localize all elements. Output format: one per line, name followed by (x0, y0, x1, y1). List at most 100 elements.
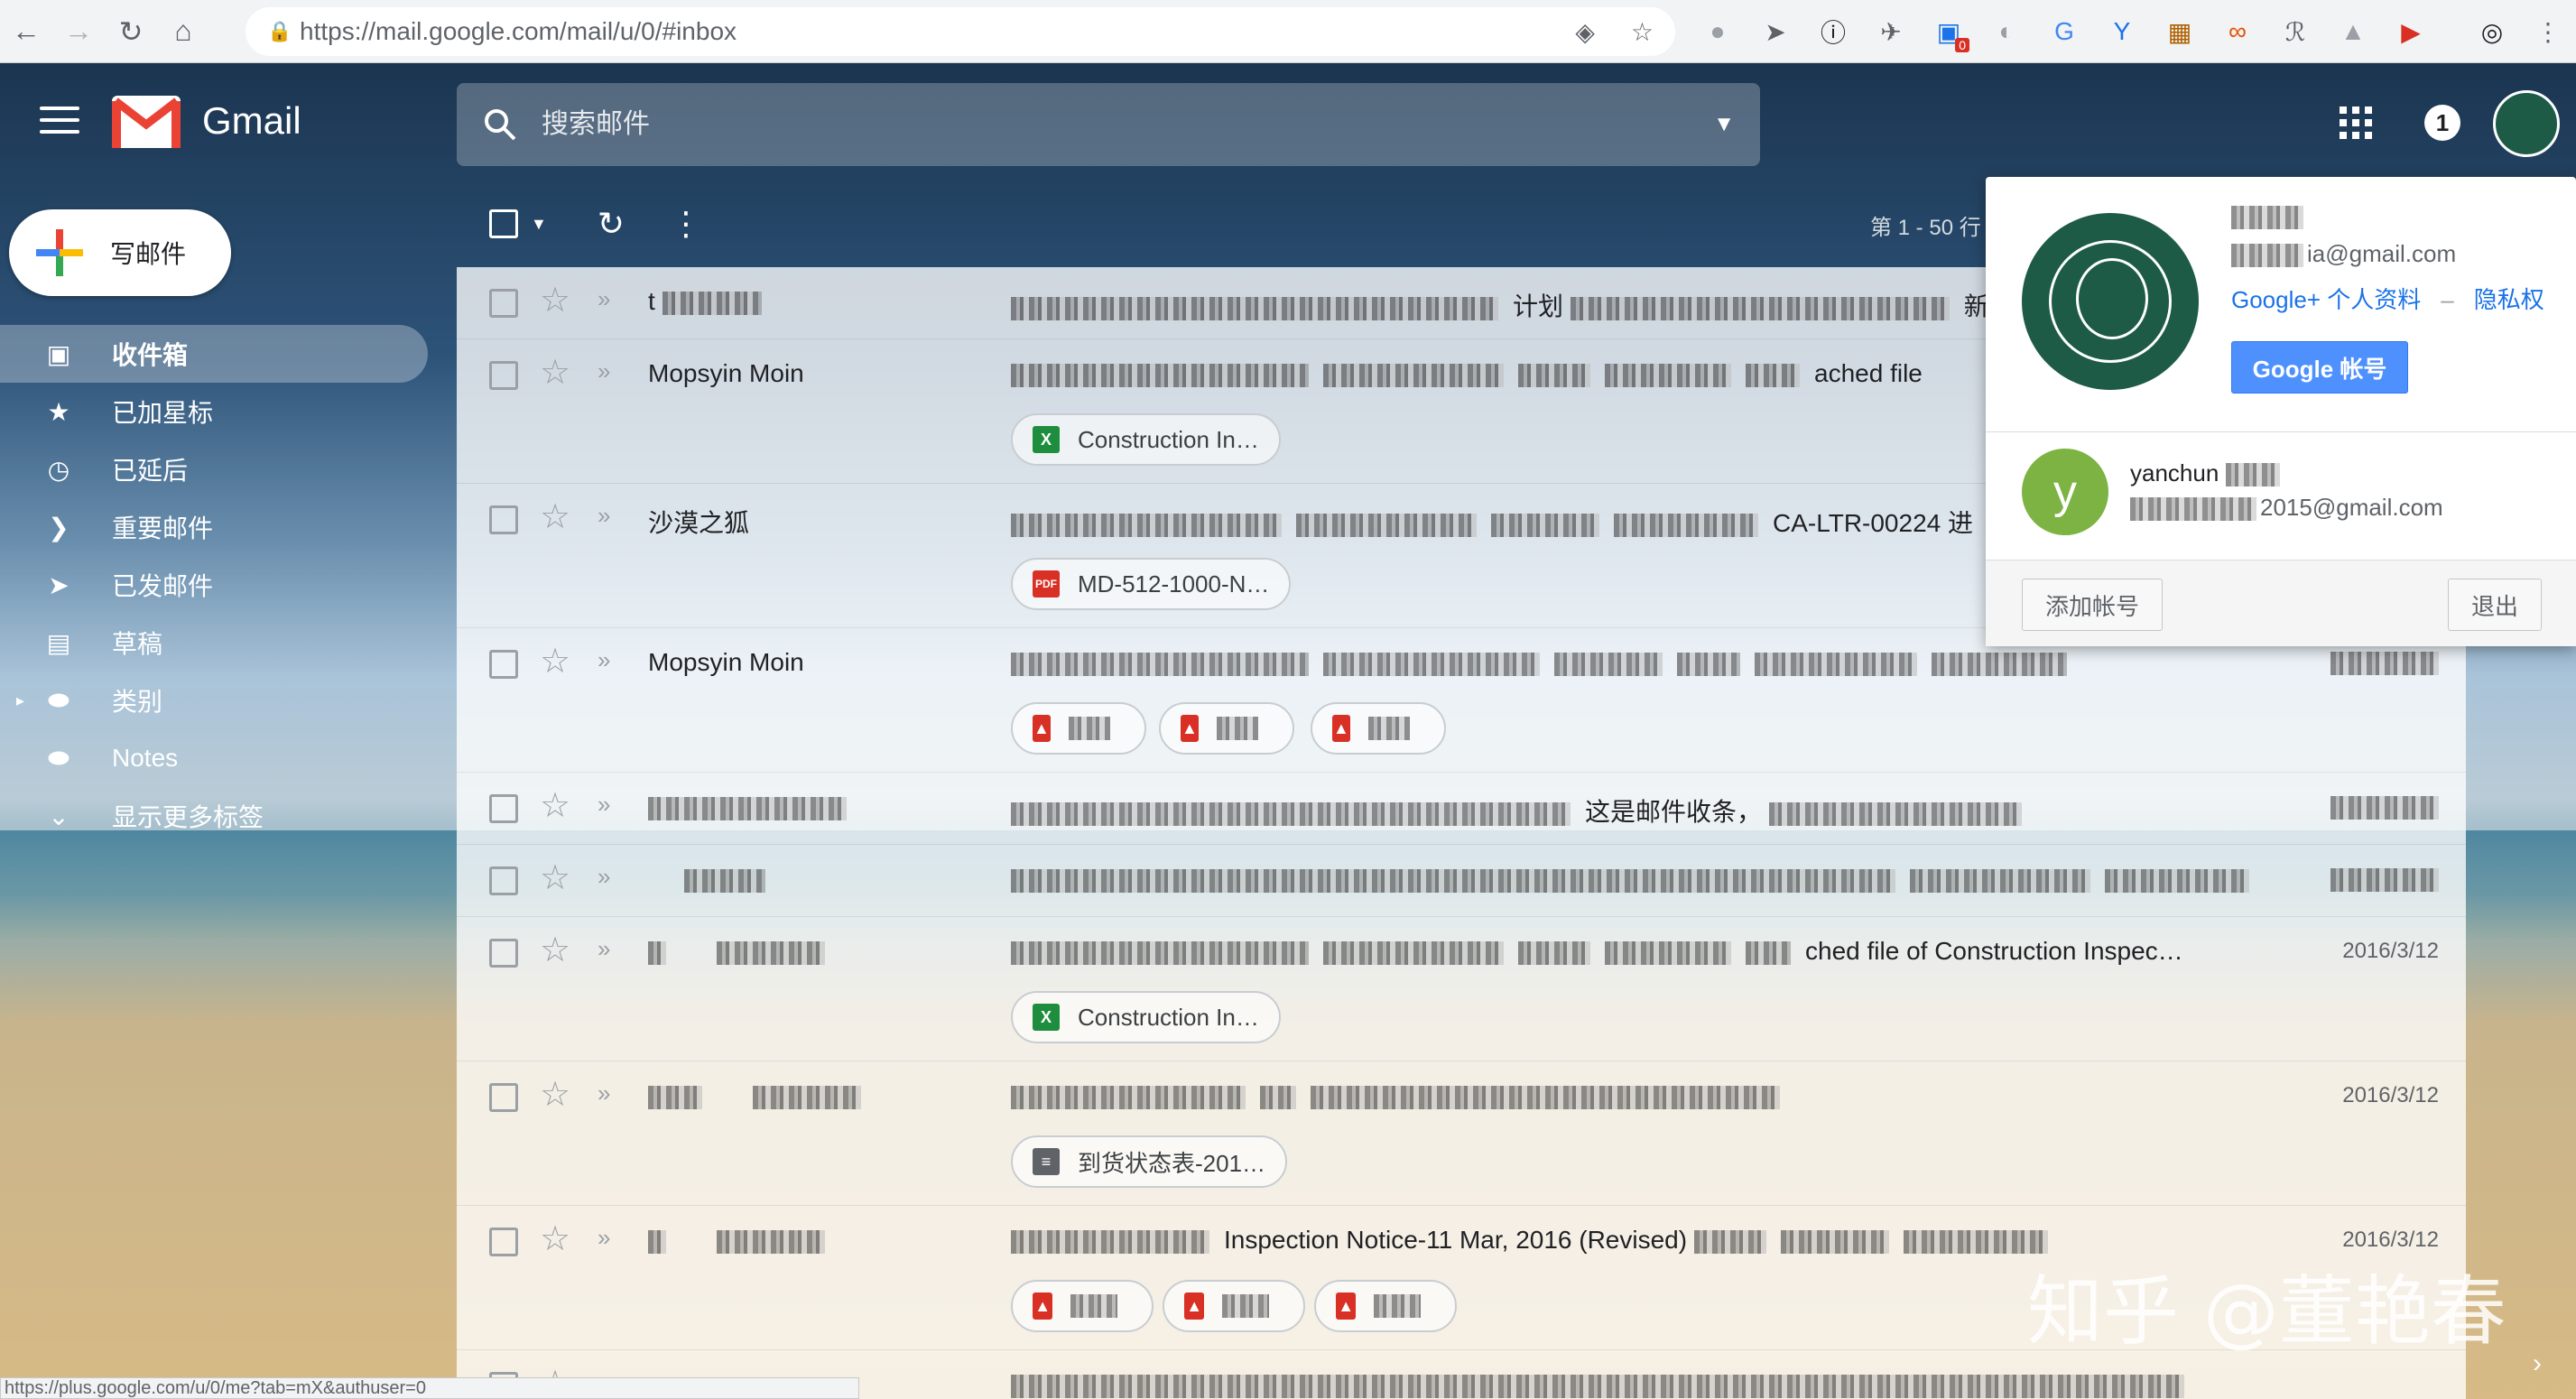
subject-line (1011, 1081, 2347, 1110)
select-options-icon[interactable]: ▼ (531, 215, 547, 234)
table-row[interactable]: ☆ » 这是邮件收条， (457, 773, 2466, 845)
compose-button[interactable]: 写邮件 (9, 209, 231, 296)
sidebar-item-snoozed[interactable]: ◷ 已延后 (0, 440, 430, 498)
row-checkbox[interactable] (489, 939, 518, 968)
extension-icon[interactable]: ➤ (1755, 11, 1796, 52)
star-icon[interactable]: ☆ (540, 280, 570, 320)
sender-name: 沙漠之狐 (648, 509, 750, 537)
important-marker-icon[interactable]: » (598, 285, 610, 313)
more-actions-icon[interactable]: ⋮ (670, 205, 702, 243)
sidebar-item-notes[interactable]: ⬬ Notes (0, 729, 430, 787)
attachment-chip[interactable]: ≡ 到货状态表-201… (1011, 1135, 1288, 1188)
sidebar-item-sent[interactable]: ➤ 已发邮件 (0, 556, 430, 614)
table-row[interactable]: ☆ » ched file of Construction Inspec… 20… (457, 917, 2466, 1061)
account-avatar-large[interactable] (2022, 213, 2199, 390)
extension-icon[interactable]: ▲ (2332, 11, 2374, 52)
extension-icon[interactable]: ⓘ (1812, 11, 1854, 52)
table-row[interactable]: ☆ » Mopsyin Moin ▲ ▲ ▲ (457, 628, 2466, 773)
row-checkbox[interactable] (489, 289, 518, 318)
main-menu-icon[interactable] (40, 107, 79, 139)
notification-badge[interactable]: 1 (2424, 105, 2460, 141)
select-all-checkbox[interactable] (489, 209, 518, 238)
sidebar-item-important[interactable]: ❯ 重要邮件 (0, 498, 430, 556)
attachment-chip[interactable]: PDF MD-512-1000-N… (1011, 558, 1292, 610)
extension-icon[interactable]: ◐ (1986, 11, 2027, 52)
other-account-item[interactable]: y yanchun 2015@gmail.com (1986, 432, 2576, 559)
forward-icon[interactable]: → (52, 0, 105, 63)
important-marker-icon[interactable]: » (598, 863, 610, 891)
profile-link[interactable]: Google+ 个人资料 (2231, 286, 2421, 313)
extension-icon[interactable]: Y (2101, 11, 2143, 52)
star-icon[interactable]: ☆ (540, 641, 570, 681)
attachment-chip[interactable]: ▲ (1311, 702, 1446, 755)
important-marker-icon[interactable]: » (598, 1079, 610, 1107)
extension-icon[interactable]: ∞ (2217, 11, 2258, 52)
apps-grid-icon[interactable] (2340, 107, 2372, 139)
image-icon: ▲ (1184, 1292, 1205, 1320)
extension-icon[interactable]: ▶ (2390, 11, 2432, 52)
extension-icon[interactable]: ● (1697, 11, 1738, 52)
sidebar-item-drafts[interactable]: ▤ 草稿 (0, 614, 430, 672)
translate-icon[interactable]: G (2043, 11, 2085, 52)
compose-label: 写邮件 (110, 240, 187, 268)
search-options-icon[interactable]: ▼ (1713, 112, 1735, 137)
search-icon[interactable] (482, 107, 518, 143)
row-checkbox[interactable] (489, 1083, 518, 1112)
sidebar-item-inbox[interactable]: ▣ 收件箱 (0, 325, 428, 383)
important-marker-icon[interactable]: » (598, 1224, 610, 1252)
star-icon[interactable]: ☆ (540, 930, 570, 970)
expand-caret-icon[interactable]: ▸ (16, 691, 24, 710)
profile-icon[interactable]: ◎ (2471, 11, 2513, 52)
extension-icon[interactable]: ✈ (1870, 11, 1912, 52)
row-checkbox[interactable] (489, 866, 518, 895)
star-icon[interactable]: ☆ (540, 352, 570, 393)
bookmark-star-icon[interactable]: ☆ (1631, 17, 1654, 47)
important-marker-icon[interactable]: » (598, 935, 610, 963)
attachment-chip[interactable]: ▲ (1163, 1280, 1305, 1332)
row-checkbox[interactable] (489, 794, 518, 823)
important-marker-icon[interactable]: » (598, 646, 610, 674)
attachment-chip[interactable]: ▲ (1011, 1280, 1154, 1332)
extension-icon[interactable]: ℛ (2275, 11, 2316, 52)
search-input[interactable] (542, 109, 1714, 140)
star-icon[interactable]: ☆ (540, 1074, 570, 1115)
star-icon[interactable]: ☆ (540, 785, 570, 826)
home-icon[interactable]: ⌂ (157, 0, 209, 63)
google-account-button[interactable]: Google 帐号 (2231, 341, 2408, 394)
row-checkbox[interactable] (489, 650, 518, 679)
extension-icon[interactable]: ▣ 0 (1928, 11, 1969, 52)
account-avatar[interactable] (2493, 90, 2560, 157)
star-icon: ★ (47, 397, 70, 426)
star-icon[interactable]: ☆ (540, 496, 570, 537)
more-menu-icon[interactable]: ⋮ (2527, 11, 2569, 52)
sidebar-item-categories[interactable]: ▸ ⬬ 类别 (0, 672, 430, 729)
attachment-chip[interactable]: ▲ (1314, 1280, 1457, 1332)
row-checkbox[interactable] (489, 361, 518, 390)
pdf-icon: PDF (1033, 570, 1060, 598)
tracking-icon[interactable]: ◈ (1575, 17, 1595, 47)
table-row[interactable]: ☆ » (457, 845, 2466, 917)
row-checkbox[interactable] (489, 505, 518, 534)
attachment-chip[interactable]: X Construction In… (1011, 991, 1281, 1043)
address-bar[interactable]: 🔒 https://mail.google.com/mail/u/0/#inbo… (246, 7, 1675, 56)
back-icon[interactable]: ← (0, 0, 52, 63)
attachment-chip[interactable]: ▲ (1011, 702, 1146, 755)
privacy-link[interactable]: 隐私权 (2474, 286, 2544, 313)
table-row[interactable]: ☆ » 2016/3/12 ≡ 到货状态表-201… (457, 1061, 2466, 1206)
add-account-button[interactable]: 添加帐号 (2022, 579, 2163, 631)
extension-icon[interactable]: ▦ (2159, 11, 2201, 52)
chevron-right-icon[interactable]: › (2533, 1348, 2542, 1379)
attachment-chip[interactable]: ▲ (1159, 702, 1294, 755)
reload-icon[interactable]: ↻ (105, 0, 157, 63)
sidebar-item-starred[interactable]: ★ 已加星标 (0, 383, 430, 440)
attachment-chip[interactable]: X Construction In… (1011, 413, 1281, 466)
important-marker-icon[interactable]: » (598, 502, 610, 530)
star-icon[interactable]: ☆ (540, 857, 570, 898)
sidebar-item-more-labels[interactable]: ⌄ 显示更多标签 (0, 787, 430, 845)
important-marker-icon[interactable]: » (598, 791, 610, 819)
row-checkbox[interactable] (489, 1228, 518, 1256)
sign-out-button[interactable]: 退出 (2448, 579, 2542, 631)
star-icon[interactable]: ☆ (540, 1218, 570, 1259)
refresh-icon[interactable]: ↻ (598, 205, 625, 243)
important-marker-icon[interactable]: » (598, 357, 610, 385)
